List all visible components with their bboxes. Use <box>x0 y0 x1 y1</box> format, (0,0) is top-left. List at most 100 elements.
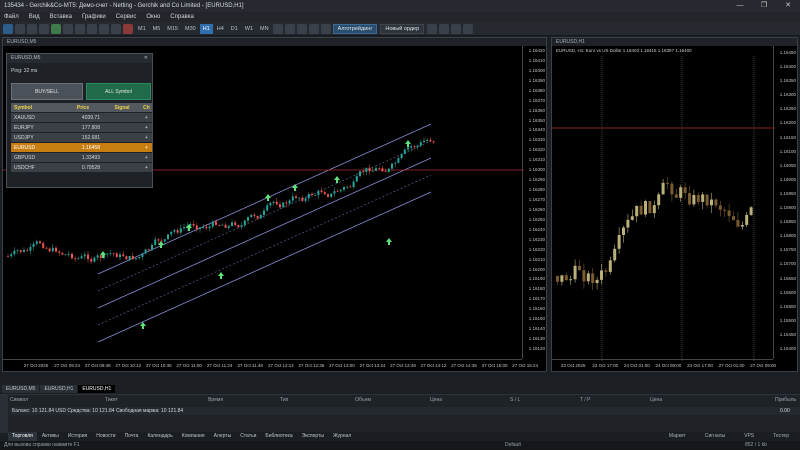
metaeditor-icon[interactable] <box>439 23 450 34</box>
signals-icon[interactable] <box>451 23 462 34</box>
col-price[interactable]: Цена <box>430 397 442 403</box>
col-sl[interactable]: S / L <box>510 397 520 403</box>
col-time[interactable]: Время <box>208 397 223 403</box>
price-tick: 1.16140 <box>528 326 545 332</box>
market-panel[interactable]: EURUSD,M5 ✕ Ping: 32 ms BUY/SELL ALL Symb… <box>6 53 153 188</box>
tab-chart-h1-active[interactable]: EURUSD,H1 <box>78 384 116 393</box>
time-scale[interactable]: 23 Oct 2025 23 Oct 17:00 24 Oct 01:00 24 Oc… <box>552 359 776 371</box>
table-row-selected[interactable]: EURUSD 1.16458 + <box>11 143 152 153</box>
new-chart-icon[interactable] <box>3 23 13 34</box>
strategy-tester-icon[interactable] <box>427 23 438 34</box>
tf-mn[interactable]: MN <box>257 24 272 34</box>
zoom-out-icon[interactable] <box>308 23 319 34</box>
tab-articles[interactable]: Статьи <box>236 432 260 441</box>
menu-file[interactable]: Файл <box>4 14 19 20</box>
chart-button[interactable]: + <box>138 133 152 142</box>
menu-help[interactable]: Справка <box>170 14 194 20</box>
tab-mail[interactable]: Почта <box>121 432 143 441</box>
menu-view[interactable]: Вид <box>29 14 40 20</box>
toolbox-side-handle[interactable] <box>0 395 8 433</box>
time-tick: 23 Oct 2025 <box>560 363 586 368</box>
new-order-button[interactable]: Новый ордер <box>380 23 425 34</box>
col-volume[interactable]: Объем <box>355 397 371 403</box>
tf-w1[interactable]: W1 <box>242 24 256 34</box>
shapes-icon[interactable] <box>123 23 133 34</box>
templates-icon[interactable] <box>284 23 295 34</box>
tile-windows-icon[interactable] <box>320 23 331 34</box>
vps-link[interactable]: VPS <box>740 432 758 441</box>
tab-company[interactable]: Компания <box>178 432 209 441</box>
close-button[interactable]: ✕ <box>776 0 800 12</box>
all-symbol-button[interactable]: ALL Symbol <box>86 83 151 100</box>
col-profit[interactable]: Прибыль <box>775 397 796 403</box>
chart-button[interactable]: + <box>138 113 152 122</box>
chart-button[interactable]: + <box>138 143 152 152</box>
tf-m5[interactable]: M5 <box>150 24 164 34</box>
market-watch-icon[interactable] <box>27 23 37 34</box>
col-ticket[interactable]: Тикет <box>105 397 118 403</box>
tab-news[interactable]: Новости <box>92 432 119 441</box>
fibo-tool-icon[interactable] <box>99 23 109 34</box>
tf-h4[interactable]: H4 <box>214 24 227 34</box>
col-type[interactable]: Тип <box>280 397 288 403</box>
zoom-in-icon[interactable] <box>296 23 307 34</box>
time-scale[interactable]: 27 Oct 2025 27 Oct 09:24 27 Oct 09:48 27 Oc… <box>3 359 538 371</box>
menu-charts[interactable]: Графики <box>82 14 106 20</box>
table-row[interactable]: EURJPY 177.808 + <box>11 123 152 133</box>
market-link[interactable]: Маркет <box>665 432 690 441</box>
chart-button[interactable]: + <box>138 153 152 162</box>
text-tool-icon[interactable] <box>111 23 121 34</box>
tf-d1[interactable]: D1 <box>228 24 241 34</box>
time-tick: 27 Oct 09:48 <box>84 363 111 368</box>
price-cell: 1.16458 <box>63 143 103 152</box>
search-icon[interactable] <box>463 23 474 34</box>
col-tp[interactable]: T / P <box>580 397 590 403</box>
col-symbol[interactable]: Символ <box>10 397 28 403</box>
tab-library[interactable]: Библиотека <box>261 432 296 441</box>
cursor-icon[interactable] <box>63 23 73 34</box>
price-scale[interactable]: 1.16420 1.16410 1.16400 1.16390 1.16380 1.163… <box>522 46 546 359</box>
line-tool-icon[interactable] <box>75 23 85 34</box>
connection-status: 852 / 1 kb <box>745 442 767 448</box>
table-row[interactable]: XAUUSD 4039.71 + <box>11 113 152 123</box>
menu-window[interactable]: Окно <box>146 14 160 20</box>
tab-experts[interactable]: Эксперты <box>298 432 328 441</box>
chart-button[interactable]: + <box>138 123 152 132</box>
tf-m15[interactable]: M15 <box>164 24 181 34</box>
tab-history[interactable]: История <box>64 432 91 441</box>
candle-body <box>639 205 643 215</box>
algo-trading-button[interactable]: Алготрейдинг <box>332 23 378 34</box>
menu-tools[interactable]: Сервис <box>116 14 137 20</box>
maximize-button[interactable]: ❐ <box>752 0 776 12</box>
tab-chart-h1[interactable]: EURUSD,H1 <box>40 384 78 393</box>
tab-journal[interactable]: Журнал <box>329 432 355 441</box>
minimize-button[interactable]: — <box>728 0 752 12</box>
navigator-icon[interactable] <box>39 23 49 34</box>
signals-link[interactable]: Сигналы <box>701 432 729 441</box>
menu-insert[interactable]: Вставка <box>50 14 72 20</box>
tab-trade[interactable]: Торговля <box>8 432 37 441</box>
tf-h1[interactable]: H1 <box>199 23 213 34</box>
tester-link[interactable]: Тестер <box>769 432 793 441</box>
indicators-icon[interactable] <box>272 23 283 34</box>
tab-calendar[interactable]: Календарь <box>143 432 176 441</box>
tf-m30[interactable]: M30 <box>182 24 199 34</box>
tab-chart-m5[interactable]: EURUSD,M5 <box>2 384 40 393</box>
profiles-icon[interactable] <box>15 23 25 34</box>
col-current-price[interactable]: Цена <box>650 397 662 403</box>
close-icon[interactable]: ✕ <box>144 54 148 63</box>
chart-button[interactable]: + <box>138 163 152 172</box>
crosshair-icon[interactable] <box>51 23 61 34</box>
chart-window-h1[interactable]: EURUSD,H1 EURUSD, H1: Euro vs US Dollar … <box>551 37 798 372</box>
buysell-button[interactable]: BUY/SELL <box>11 83 83 100</box>
table-row[interactable]: USDCHF 0.79528 + <box>11 163 152 173</box>
tab-assets[interactable]: Активы <box>38 432 63 441</box>
balance-row[interactable]: Баланс: 10 121.84 USD Средства: 10 121.8… <box>10 407 800 415</box>
tab-alerts[interactable]: Алерты <box>210 432 236 441</box>
candlestick-chart-h1[interactable] <box>552 46 775 361</box>
channel-tool-icon[interactable] <box>87 23 97 34</box>
table-row[interactable]: USDJPY 152.681 + <box>11 133 152 143</box>
tf-m1[interactable]: M1 <box>135 24 149 34</box>
price-scale[interactable]: 1.16450 1.16400 1.16350 1.16300 1.16250 1.162… <box>773 46 797 359</box>
table-row[interactable]: GBPUSD 1.33493 + <box>11 153 152 163</box>
